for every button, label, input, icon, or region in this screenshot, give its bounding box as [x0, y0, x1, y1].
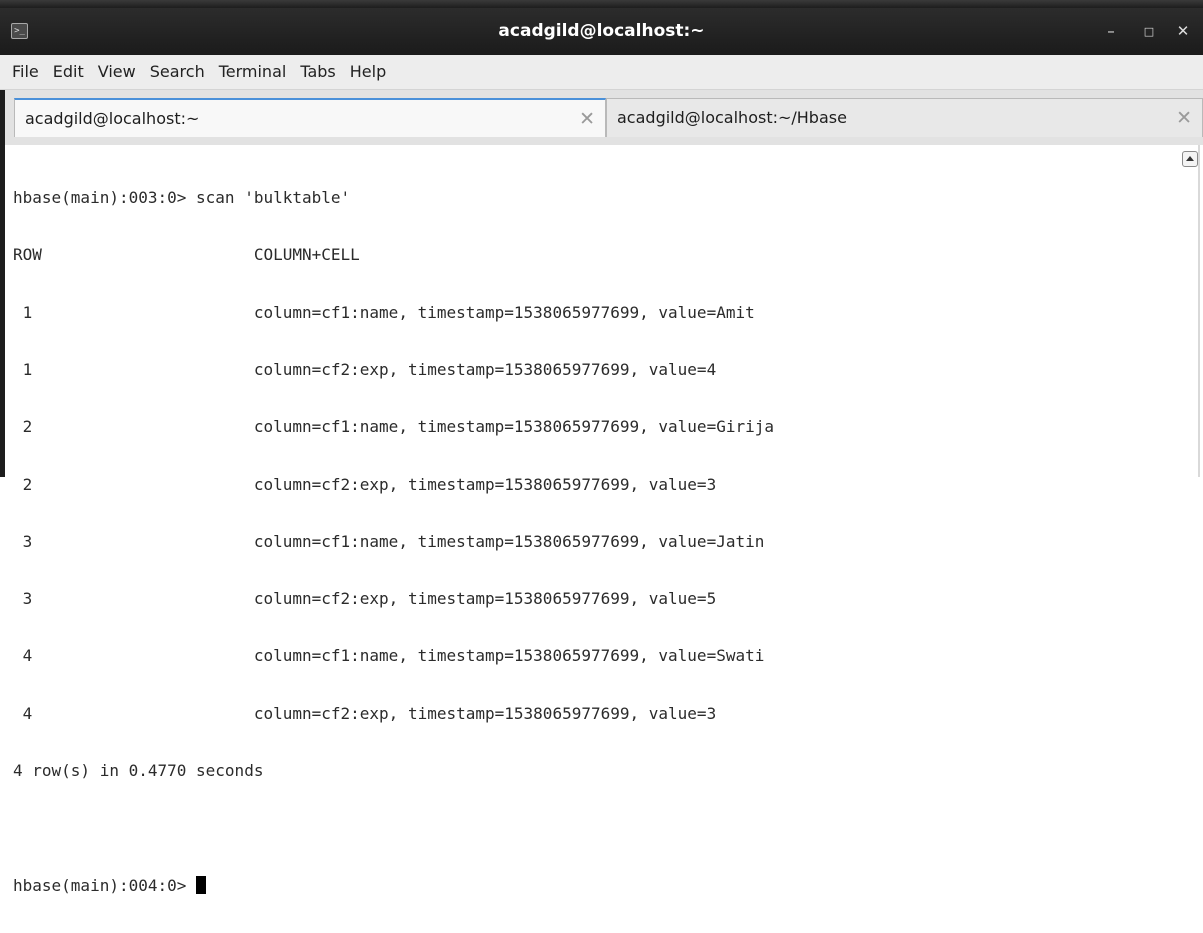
- window-title: acadgild@localhost:~: [498, 21, 705, 41]
- close-icon[interactable]: ✕: [1176, 99, 1192, 137]
- scroll-track[interactable]: [1198, 145, 1200, 477]
- tab-bar: acadgild@localhost:~ ✕ acadgild@localhos…: [0, 90, 1203, 145]
- menu-terminal[interactable]: Terminal: [212, 55, 294, 89]
- tab-hbase[interactable]: acadgild@localhost:~/Hbase ✕: [606, 98, 1203, 137]
- titlebar: >_ acadgild@localhost:~ – □ ✕: [0, 8, 1203, 55]
- menu-help[interactable]: Help: [343, 55, 393, 89]
- tab-label: acadgild@localhost:~/Hbase: [617, 108, 847, 127]
- terminal-line: 1 column=cf2:exp, timestamp=153806597769…: [13, 360, 717, 380]
- terminal-line: 2 column=cf1:name, timestamp=15380659776…: [13, 417, 774, 437]
- terminal-line: 4 column=cf1:name, timestamp=15380659776…: [13, 646, 765, 666]
- menu-edit[interactable]: Edit: [46, 55, 91, 89]
- terminal-output[interactable]: hbase(main):003:0> scan 'bulktable' ROW …: [0, 90, 1203, 895]
- scroll-up-icon[interactable]: [1182, 151, 1198, 167]
- terminal-line: 1 column=cf1:name, timestamp=15380659776…: [13, 302, 755, 322]
- terminal-lines: hbase(main):003:0> scan 'bulktable' ROW …: [13, 150, 774, 933]
- close-icon[interactable]: ✕: [579, 100, 595, 138]
- menu-tabs[interactable]: Tabs: [293, 55, 342, 89]
- minimize-button[interactable]: –: [1098, 8, 1124, 55]
- menu-file[interactable]: File: [0, 55, 46, 89]
- terminal-line: 3 column=cf2:exp, timestamp=153806597769…: [13, 589, 717, 609]
- terminal-line: 4 column=cf2:exp, timestamp=153806597769…: [13, 703, 717, 723]
- tab-label: acadgild@localhost:~: [25, 109, 200, 128]
- close-window-button[interactable]: ✕: [1170, 8, 1196, 55]
- terminal-line: 2 column=cf2:exp, timestamp=153806597769…: [13, 474, 717, 494]
- terminal-line: ROW COLUMN+CELL: [13, 245, 360, 265]
- terminal-line: hbase(main):003:0> scan 'bulktable': [13, 188, 351, 208]
- terminal-line: 3 column=cf1:name, timestamp=15380659776…: [13, 531, 765, 551]
- scrollbar[interactable]: [1178, 145, 1203, 477]
- top-panel: [0, 0, 1203, 8]
- terminal-line: 4 row(s) in 0.4770 seconds: [13, 761, 264, 780]
- prompt-line[interactable]: hbase(main):004:0>: [13, 875, 774, 895]
- tab-home[interactable]: acadgild@localhost:~ ✕: [14, 98, 606, 137]
- text-cursor: [196, 875, 207, 894]
- terminal-window: >_ acadgild@localhost:~ – □ ✕ File Edit Vi…: [0, 8, 1203, 895]
- shell-prompt: hbase(main):004:0>: [13, 875, 197, 895]
- menu-view[interactable]: View: [91, 55, 143, 89]
- window-edge: [0, 90, 5, 477]
- maximize-button[interactable]: □: [1136, 8, 1162, 55]
- menu-search[interactable]: Search: [143, 55, 212, 89]
- menu-bar: File Edit View Search Terminal Tabs Help: [0, 55, 1203, 90]
